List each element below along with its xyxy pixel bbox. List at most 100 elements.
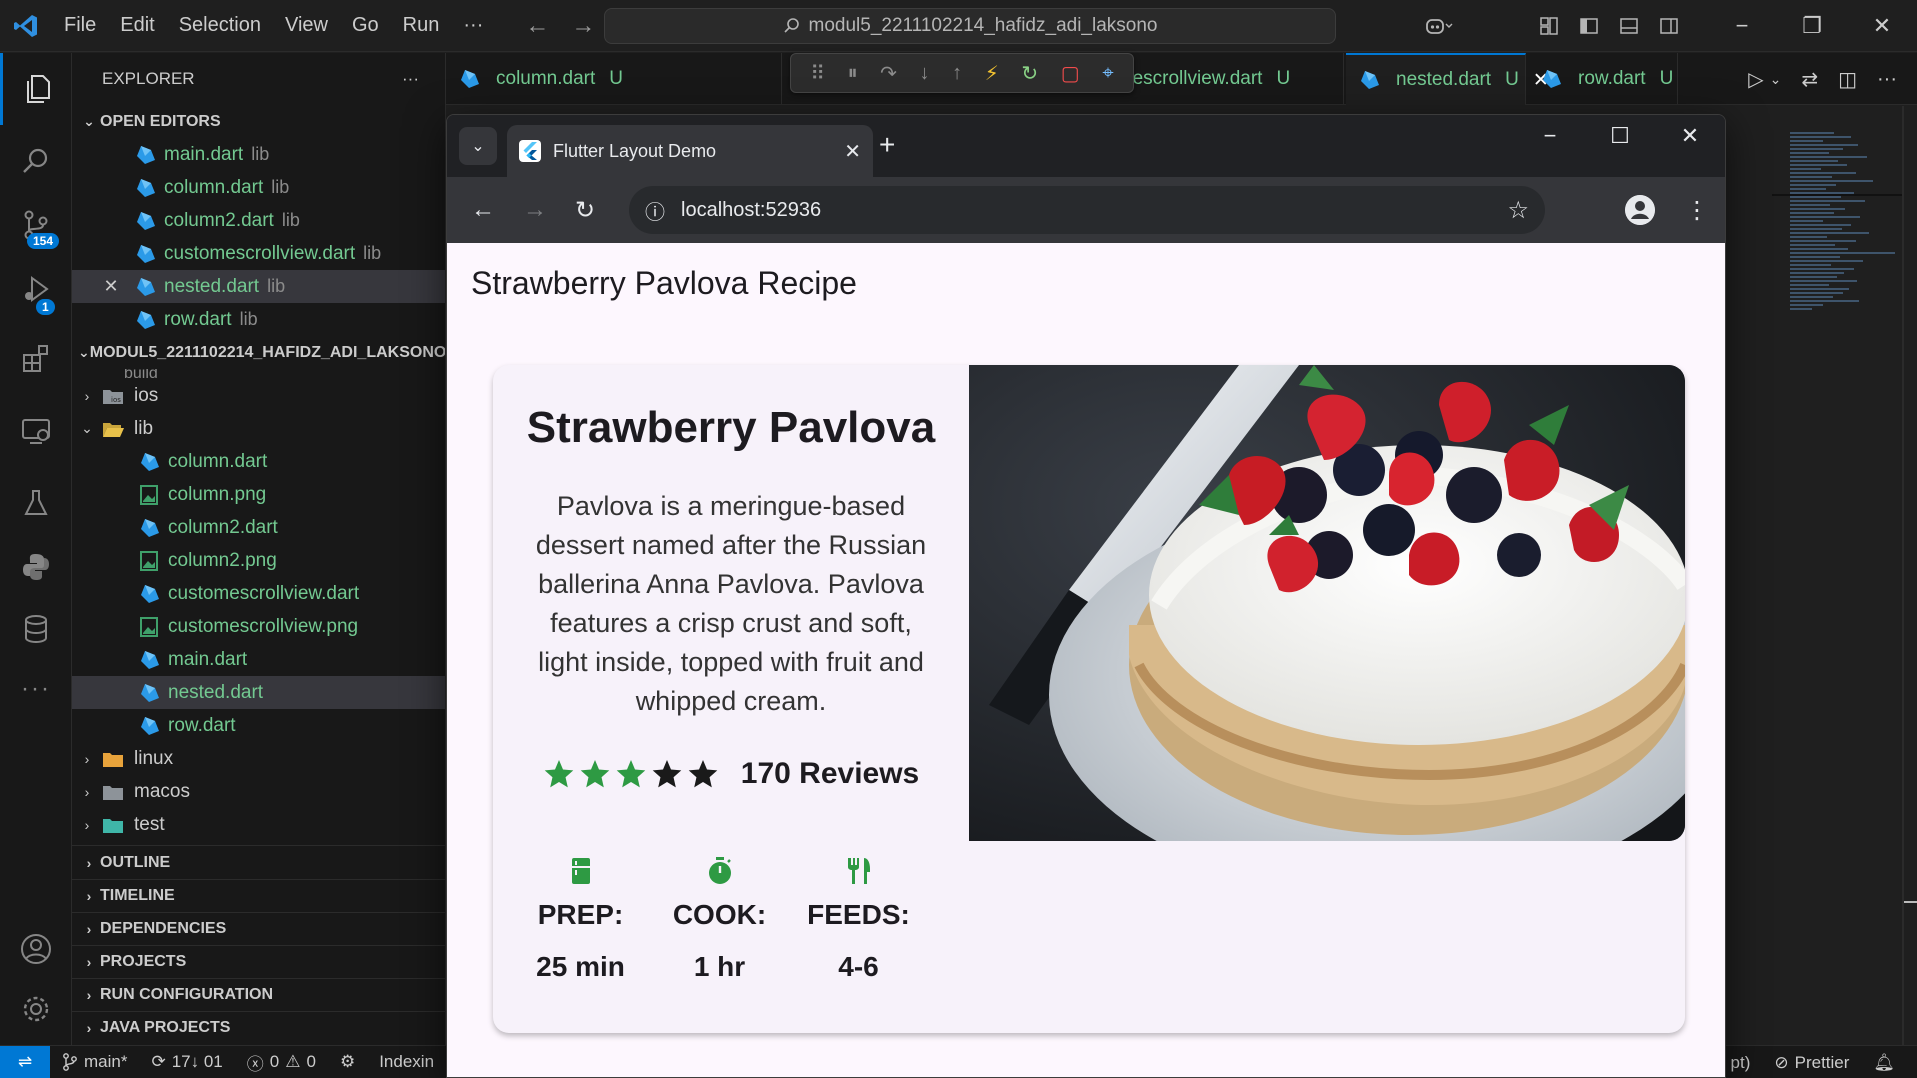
open-editors-section[interactable]: ⌄ OPEN EDITORS: [72, 105, 445, 138]
chevron-down-icon[interactable]: ⌄: [1770, 71, 1782, 88]
open-editor-item[interactable]: row.dart lib: [72, 303, 445, 336]
site-info-icon[interactable]: ⓘ: [645, 196, 665, 225]
tree-folder-test[interactable]: › test: [72, 808, 445, 841]
tab-search-icon[interactable]: ⌄: [459, 127, 497, 165]
reload-icon[interactable]: ↻: [575, 196, 595, 225]
drag-handle-icon[interactable]: ⠿: [810, 61, 825, 86]
prettier-status[interactable]: ⊘ Prettier: [1762, 1053, 1861, 1073]
tree-folder-lib[interactable]: ⌄ lib: [72, 412, 445, 445]
run-debug-icon[interactable]: 1: [0, 253, 72, 325]
bookmark-star-icon[interactable]: ☆: [1507, 196, 1529, 225]
browser-menu-icon[interactable]: ⋮: [1685, 196, 1709, 225]
new-tab-icon[interactable]: +: [879, 129, 895, 161]
tree-file[interactable]: row.dart: [72, 709, 445, 742]
step-over-icon[interactable]: ↷: [880, 61, 897, 86]
more-views-icon[interactable]: ···: [0, 653, 72, 725]
tree-folder-ios[interactable]: › ios ios: [72, 379, 445, 412]
toggle-primary-sidebar-icon[interactable]: [1569, 16, 1609, 36]
project-section[interactable]: ⌄ MODUL5_2211102214_HAFIDZ_ADI_LAKSONO: [72, 336, 445, 369]
tree-file[interactable]: customescrollview.dart: [72, 577, 445, 610]
manage-gear-icon[interactable]: [0, 973, 72, 1045]
tree-folder-linux[interactable]: › linux: [72, 742, 445, 775]
open-editor-item[interactable]: main.dart lib: [72, 138, 445, 171]
restore-icon[interactable]: ❐: [1777, 13, 1847, 39]
run-configuration-section[interactable]: › RUN CONFIGURATION: [72, 978, 445, 1011]
step-into-icon[interactable]: ↓: [920, 62, 930, 85]
hot-reload-icon[interactable]: ⚡: [985, 61, 999, 86]
remote-indicator-icon[interactable]: ⇌: [0, 1045, 50, 1078]
menu-edit[interactable]: Edit: [108, 14, 166, 37]
stop-icon[interactable]: ▢: [1061, 61, 1080, 86]
source-control-icon[interactable]: 154: [0, 189, 72, 261]
open-editor-item[interactable]: column2.dart lib: [72, 204, 445, 237]
notifications-bell-icon[interactable]: 🔔︎: [1861, 1053, 1907, 1073]
step-out-icon[interactable]: ↑: [952, 62, 962, 85]
tree-file[interactable]: customescrollview.png: [72, 610, 445, 643]
extensions-icon[interactable]: [0, 323, 72, 395]
forward-arrow-icon[interactable]: →: [523, 196, 547, 225]
branch-indicator[interactable]: main*: [50, 1052, 139, 1072]
tree-file-selected[interactable]: nested.dart: [72, 676, 445, 709]
run-file-icon[interactable]: ▷: [1748, 67, 1763, 92]
menu-more[interactable]: ···: [451, 14, 495, 37]
tab-customescrollview-dart[interactable]: nescrollview.dart U: [1122, 53, 1344, 105]
address-bar[interactable]: ⓘ localhost:52936 ☆: [629, 186, 1545, 234]
minimap[interactable]: [1790, 130, 1900, 480]
back-arrow-icon[interactable]: ←: [471, 196, 495, 225]
tree-file[interactable]: column.png: [72, 478, 445, 511]
tree-file[interactable]: column.dart: [72, 445, 445, 478]
minimize-icon[interactable]: −: [1707, 13, 1777, 39]
sync-icon: ⟳: [151, 1052, 166, 1071]
more-actions-icon[interactable]: ···: [1877, 68, 1897, 91]
open-editor-item[interactable]: column.dart lib: [72, 171, 445, 204]
maximize-icon[interactable]: ☐: [1585, 123, 1655, 149]
projects-section[interactable]: › PROJECTS: [72, 945, 445, 978]
compare-changes-icon[interactable]: ⇄: [1801, 67, 1818, 92]
remote-explorer-icon[interactable]: [0, 395, 72, 467]
explorer-more-icon[interactable]: ···: [402, 69, 419, 89]
scrollbar-thumb[interactable]: [1904, 901, 1917, 903]
minimize-icon[interactable]: −: [1515, 123, 1585, 149]
testing-icon[interactable]: [0, 467, 72, 539]
tree-file[interactable]: main.dart: [72, 643, 445, 676]
toggle-panel-icon[interactable]: [1609, 16, 1649, 36]
sync-indicator[interactable]: ⟳ 17↓ 01: [139, 1052, 234, 1072]
tree-folder-macos[interactable]: › macos: [72, 775, 445, 808]
menu-selection[interactable]: Selection: [167, 14, 273, 37]
menu-run[interactable]: Run: [391, 14, 452, 37]
open-editor-item[interactable]: customescrollview.dart lib: [72, 237, 445, 270]
menu-go[interactable]: Go: [340, 14, 391, 37]
menu-file[interactable]: File: [52, 14, 108, 37]
timeline-section[interactable]: › TIMELINE: [72, 879, 445, 912]
close-icon[interactable]: ✕: [1655, 123, 1725, 149]
forward-arrow-icon[interactable]: →: [571, 12, 595, 40]
dependencies-section[interactable]: › DEPENDENCIES: [72, 912, 445, 945]
tree-file[interactable]: column2.png: [72, 544, 445, 577]
outline-section[interactable]: › OUTLINE: [72, 846, 445, 879]
search-icon[interactable]: [0, 125, 72, 197]
tab-row-dart[interactable]: row.dart U: [1528, 53, 1678, 105]
split-editor-icon[interactable]: ◫: [1838, 67, 1857, 92]
customize-layout-icon[interactable]: [1529, 16, 1569, 36]
debug-status-icon[interactable]: ⚙: [328, 1052, 367, 1072]
problems-indicator[interactable]: ⓧ 0 ⚠ 0: [235, 1050, 328, 1075]
tab-nested-dart[interactable]: nested.dart U ✕: [1346, 53, 1549, 105]
close-icon[interactable]: ✕: [1847, 13, 1917, 39]
profile-avatar-icon[interactable]: [1625, 195, 1655, 225]
close-editor-icon[interactable]: ✕: [96, 276, 126, 297]
tree-file[interactable]: column2.dart: [72, 511, 445, 544]
back-arrow-icon[interactable]: ←: [525, 12, 549, 40]
copilot-icon[interactable]: [1419, 15, 1459, 37]
toggle-secondary-sidebar-icon[interactable]: [1649, 16, 1689, 36]
command-center-search[interactable]: modul5_2211102214_hafidz_adi_laksono: [604, 8, 1336, 44]
browser-tab-active[interactable]: Flutter Layout Demo ✕: [507, 125, 873, 177]
hot-restart-icon[interactable]: ↻: [1021, 61, 1038, 86]
widget-inspector-icon[interactable]: ⌖: [1102, 62, 1113, 85]
open-editor-item-active[interactable]: ✕ nested.dart lib: [72, 270, 445, 303]
tab-column-dart[interactable]: column.dart U: [446, 53, 782, 105]
explorer-icon[interactable]: [0, 53, 72, 125]
java-projects-section[interactable]: › JAVA PROJECTS: [72, 1011, 445, 1044]
close-tab-icon[interactable]: ✕: [844, 139, 861, 164]
menu-view[interactable]: View: [273, 14, 340, 37]
pause-icon[interactable]: ⏸: [848, 62, 858, 85]
